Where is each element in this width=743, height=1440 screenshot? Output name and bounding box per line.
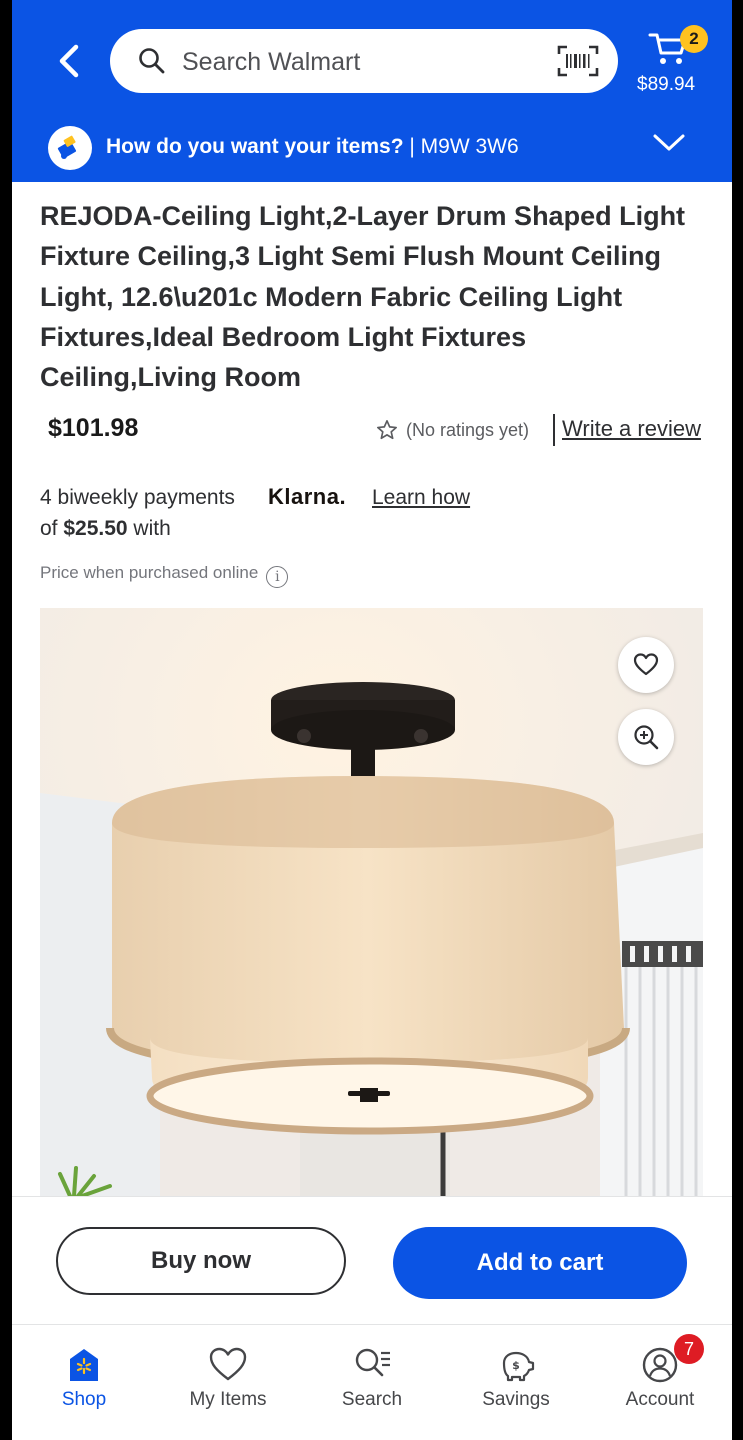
back-arrow-icon[interactable] xyxy=(52,42,86,80)
purchase-actions: Buy now Add to cart xyxy=(12,1196,732,1325)
header-bar: 2 $89.94 How do you want your items? | M… xyxy=(12,0,732,182)
product-image[interactable] xyxy=(40,608,703,1196)
star-icon xyxy=(377,420,397,440)
price-note-text: Price when purchased online xyxy=(40,563,259,582)
chevron-down-icon[interactable] xyxy=(652,132,686,154)
add-to-cart-button[interactable]: Add to cart xyxy=(393,1227,687,1299)
tab-label-search: Search xyxy=(341,1389,403,1410)
write-review-link[interactable]: Write a review xyxy=(562,416,701,442)
product-title: REJODA-Ceiling Light,2-Layer Drum Shaped… xyxy=(40,201,686,393)
tab-label-my-items: My Items xyxy=(189,1389,267,1410)
zoom-in-icon xyxy=(634,725,659,750)
cart-total: $89.94 xyxy=(637,74,696,95)
klarna-amount: $25.50 xyxy=(63,517,128,540)
bottom-tab-bar: Shop My Items Search $ Savings Account xyxy=(12,1324,732,1440)
tab-shop[interactable]: Shop xyxy=(12,1325,156,1425)
klarna-line-1: 4 biweekly payments xyxy=(40,486,235,509)
shop-icon xyxy=(70,1349,98,1381)
tab-search[interactable]: Search xyxy=(300,1325,444,1425)
delivery-question: How do you want your items? xyxy=(106,135,404,158)
rating-divider xyxy=(553,414,555,446)
klarna-line-2-suffix: with xyxy=(127,517,171,540)
delivery-options-bar[interactable]: How do you want your items? | M9W 3W6 xyxy=(12,118,732,180)
product-price: $101.98 xyxy=(48,414,139,442)
tab-label-savings: Savings xyxy=(482,1389,550,1410)
klarna-line-2: of $25.50 with xyxy=(40,517,171,541)
tab-my-items[interactable]: My Items xyxy=(156,1325,300,1425)
tab-account[interactable]: Account xyxy=(588,1325,732,1425)
favorite-button[interactable] xyxy=(618,637,674,693)
search-icon xyxy=(139,48,165,74)
learn-how-link[interactable]: Learn how xyxy=(372,486,470,510)
cart-button[interactable]: 2 $89.94 xyxy=(632,22,722,102)
delivery-postal-code: | M9W 3W6 xyxy=(409,135,519,158)
search-list-icon xyxy=(355,1348,390,1377)
ceiling-light-photo xyxy=(40,608,703,1196)
account-notification-badge: 7 xyxy=(674,1334,704,1364)
delivery-prompt: How do you want your items? | M9W 3W6 xyxy=(106,135,519,159)
tab-savings[interactable]: $ Savings xyxy=(444,1325,588,1425)
svg-text:$: $ xyxy=(512,1359,520,1372)
tab-label-account: Account xyxy=(625,1389,695,1410)
barcode-scanner-icon[interactable] xyxy=(557,45,599,77)
no-ratings-text: (No ratings yet) xyxy=(406,420,530,440)
info-icon[interactable]: i xyxy=(266,566,289,588)
zoom-button[interactable] xyxy=(618,709,674,765)
screen: 2 $89.94 How do you want your items? | M… xyxy=(12,0,732,1440)
heart-icon xyxy=(633,653,659,676)
delivery-icon xyxy=(48,126,92,170)
cart-count-badge: 2 xyxy=(680,25,708,53)
heart-icon xyxy=(209,1347,247,1381)
piggy-bank-icon: $ xyxy=(502,1351,535,1382)
search-bar[interactable] xyxy=(110,29,618,93)
search-input[interactable] xyxy=(180,41,544,83)
tab-label-shop: Shop xyxy=(61,1389,107,1410)
buy-now-button[interactable]: Buy now xyxy=(56,1227,346,1295)
klarna-line-2-prefix: of xyxy=(40,517,64,540)
price-note: Price when purchased online i xyxy=(40,563,289,588)
klarna-logo: Klarna. xyxy=(268,484,347,509)
